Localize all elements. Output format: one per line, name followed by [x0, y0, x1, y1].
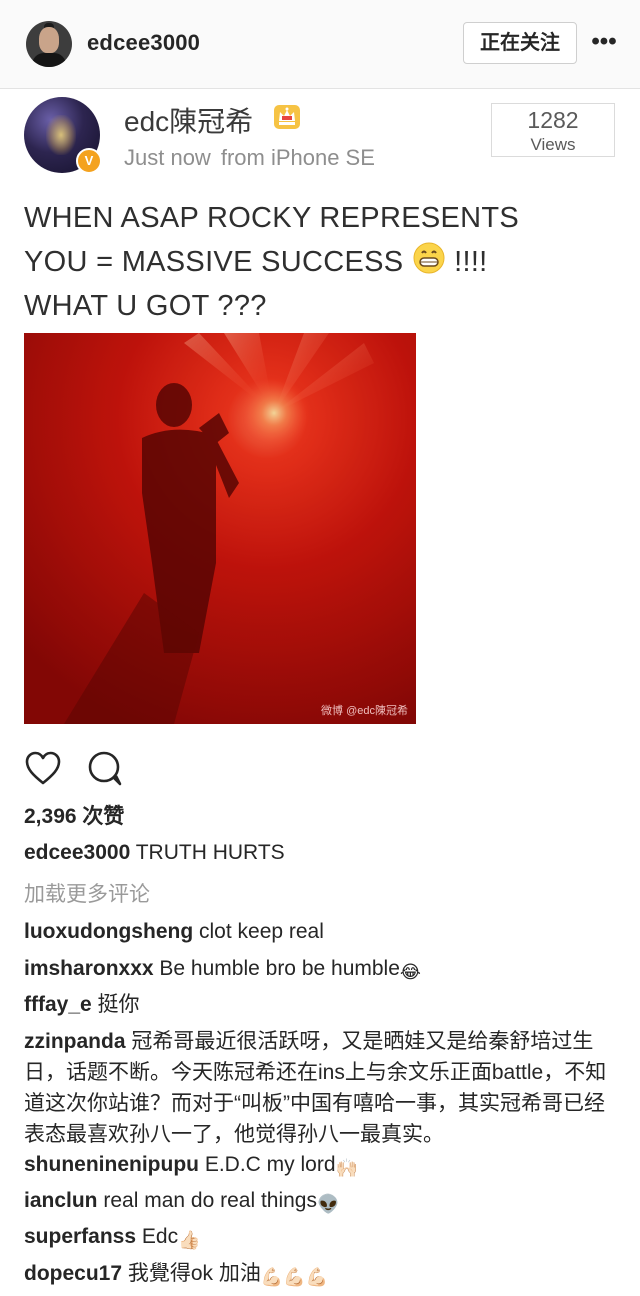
post-meta: Just now from iPhone SE — [124, 145, 375, 171]
comment-item: ianclun real man do real things👽 — [24, 1185, 620, 1220]
comment-icon[interactable] — [86, 750, 124, 788]
comment-item: zzinpanda 冠希哥最近很活跃呀，又是晒娃又是给秦舒培过生日，话题不断。今… — [24, 1026, 620, 1150]
post-text-line: WHAT U GOT ??? — [24, 290, 267, 322]
post-source: from iPhone SE — [220, 145, 375, 170]
comment-text: Be humble bro be humble — [159, 957, 400, 980]
crown-icon — [274, 105, 300, 129]
views-count: 1282 — [527, 107, 579, 133]
grinning-face-icon — [413, 242, 445, 274]
comment-item: dopecu17 我覺得ok 加油💪🏻💪🏻💪🏻 — [24, 1258, 620, 1293]
post-photo[interactable]: 微博 @edc陳冠希 — [24, 333, 416, 724]
comment-item: fffay_e 挺你 — [24, 989, 620, 1021]
comment-item: shuneninenipupu E.D.C my lord🙌🏻 — [24, 1149, 620, 1184]
comment-text: 挺你 — [97, 993, 140, 1016]
comment-username[interactable]: luoxudongsheng — [24, 920, 193, 943]
likes-count[interactable]: 2,396 次赞 — [24, 800, 124, 830]
comment-username[interactable]: zzinpanda — [24, 1030, 126, 1053]
post-caption: edcee3000 TRUTH HURTS — [24, 841, 285, 865]
verified-badge-icon: V — [76, 148, 102, 174]
comment-username[interactable]: fffay_e — [24, 993, 92, 1016]
comment-item: superfanss Edc👍🏻 — [24, 1221, 620, 1256]
post-text-line: WHEN ASAP ROCKY REPRESENTS — [24, 202, 520, 234]
heart-icon[interactable] — [24, 750, 62, 786]
alien-emoji-icon: 👽 — [316, 1194, 340, 1214]
header-username[interactable]: edcee3000 — [87, 30, 200, 56]
views-label: Views — [530, 135, 576, 154]
comment-item: luoxudongsheng clot keep real — [24, 916, 620, 948]
tears-of-joy-emoji-icon: 😂 — [399, 962, 421, 982]
post-time: Just now — [124, 145, 211, 170]
raised-hands-emoji-icon: 🙌🏻 — [335, 1158, 358, 1178]
comment-username[interactable]: ianclun — [24, 1189, 98, 1212]
profile-avatar[interactable] — [26, 21, 72, 67]
comment-username[interactable]: shuneninenipupu — [24, 1153, 199, 1176]
following-button[interactable]: 正在关注 — [463, 22, 577, 64]
comment-text: real man do real things — [103, 1189, 317, 1212]
red-silhouette-photo — [24, 333, 416, 724]
photo-watermark: 微博 @edc陳冠希 — [321, 705, 408, 717]
top-bar: edcee3000 正在关注 ••• — [0, 0, 640, 89]
post-text-line: YOU = MASSIVE SUCCESS !!!! — [24, 240, 614, 284]
post-author-name[interactable]: edc陳冠希 — [124, 100, 253, 140]
load-more-comments-link[interactable]: 加载更多评论 — [24, 878, 150, 908]
comment-item: imsharonxxx Be humble bro be humble😂 — [24, 953, 620, 988]
thumbs-up-emoji-icon: 👍🏻 — [178, 1230, 201, 1250]
post-text: WHEN ASAP ROCKY REPRESENTS YOU = MASSIVE… — [24, 196, 614, 328]
flexed-biceps-emoji-icon: 💪🏻💪🏻💪🏻 — [260, 1267, 329, 1287]
comment-text: clot keep real — [199, 920, 324, 943]
comment-username[interactable]: dopecu17 — [24, 1262, 122, 1285]
caption-username[interactable]: edcee3000 — [24, 841, 130, 864]
comment-text: Edc — [141, 1225, 179, 1248]
comment-text: 我覺得ok 加油 — [127, 1262, 261, 1285]
more-options-icon[interactable]: ••• — [590, 30, 618, 58]
views-counter: 1282 Views — [491, 103, 615, 157]
comment-username[interactable]: imsharonxxx — [24, 957, 154, 980]
comment-text: E.D.C my lord — [204, 1153, 336, 1176]
caption-text: TRUTH HURTS — [135, 841, 285, 864]
comment-username[interactable]: superfanss — [24, 1225, 136, 1248]
